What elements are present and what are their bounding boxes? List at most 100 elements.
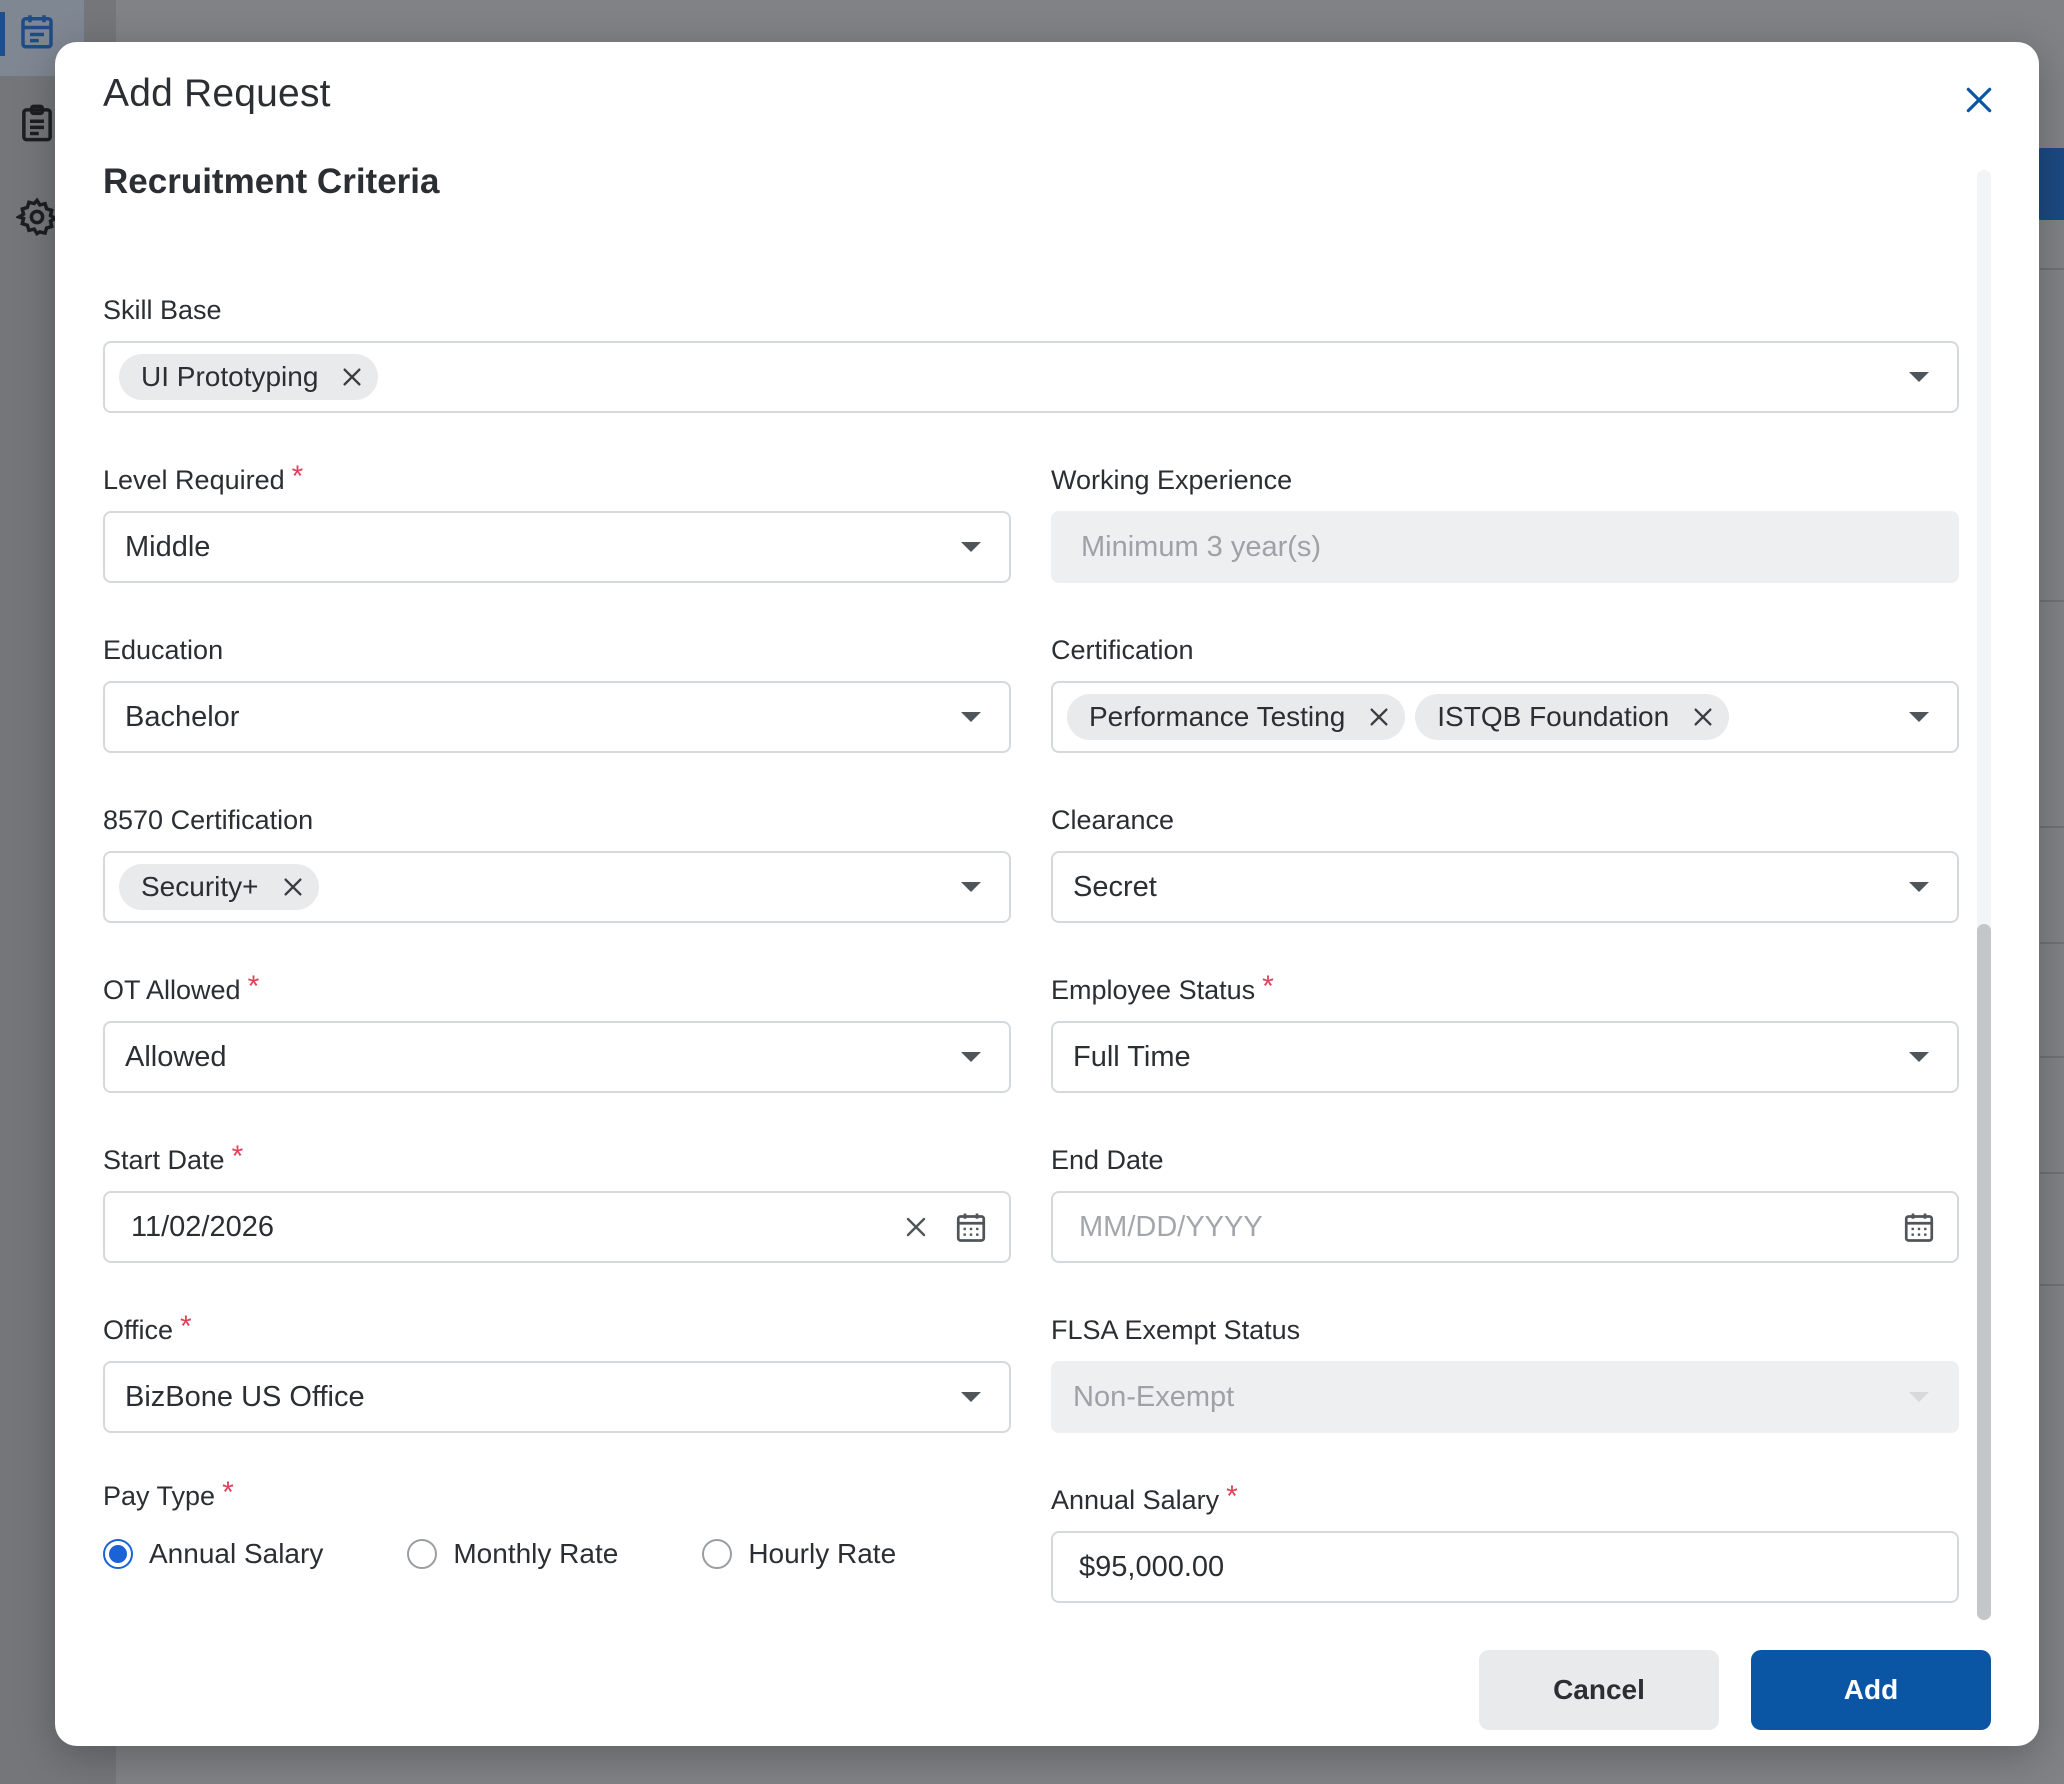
required-asterisk: * bbox=[291, 460, 304, 493]
cert-8570-label: 8570 Certification bbox=[103, 805, 314, 835]
scrollbar-thumb[interactable] bbox=[1977, 924, 1991, 1620]
cert-8570-select[interactable]: Security+ bbox=[103, 851, 1011, 923]
office-field: Office * BizBone US Office bbox=[103, 1312, 1011, 1433]
required-asterisk: * bbox=[247, 970, 260, 1003]
pay-type-field: Pay Type * Annual Salary Monthly Rate Hou… bbox=[103, 1478, 1011, 1570]
skill-base-field: Skill Base UI Prototyping bbox=[103, 292, 1959, 413]
flsa-label: FLSA Exempt Status bbox=[1051, 1315, 1301, 1345]
employee-status-field: Employee Status * Full Time bbox=[1051, 972, 1959, 1093]
chevron-down-icon[interactable] bbox=[1909, 372, 1929, 382]
level-required-field: Level Required * Middle bbox=[103, 462, 1011, 583]
start-date-field: Start Date * 11/02/2026 bbox=[103, 1142, 1011, 1263]
clearance-field: Clearance Secret bbox=[1051, 802, 1959, 923]
start-date-input[interactable]: 11/02/2026 bbox=[103, 1191, 1011, 1263]
ot-allowed-field: OT Allowed * Allowed bbox=[103, 972, 1011, 1093]
clearance-value: Secret bbox=[1073, 870, 1157, 903]
chevron-down-icon[interactable] bbox=[961, 882, 981, 892]
chevron-down-icon bbox=[1909, 1392, 1929, 1402]
chevron-down-icon[interactable] bbox=[1909, 712, 1929, 722]
pay-type-monthly-radio[interactable]: Monthly Rate bbox=[407, 1538, 618, 1570]
sidebar-active-indicator bbox=[0, 12, 5, 56]
pay-type-hourly-radio[interactable]: Hourly Rate bbox=[702, 1538, 896, 1570]
chevron-down-icon[interactable] bbox=[961, 1052, 981, 1062]
required-asterisk: * bbox=[231, 1140, 244, 1173]
add-button[interactable]: Add bbox=[1751, 1650, 1991, 1730]
level-required-value: Middle bbox=[125, 530, 211, 563]
flsa-field: FLSA Exempt Status Non-Exempt bbox=[1051, 1312, 1959, 1433]
start-date-value: 11/02/2026 bbox=[131, 1210, 274, 1243]
chevron-down-icon[interactable] bbox=[1909, 1052, 1929, 1062]
flsa-select: Non-Exempt bbox=[1051, 1361, 1959, 1433]
close-icon bbox=[1966, 87, 1992, 113]
ot-allowed-select[interactable]: Allowed bbox=[103, 1021, 1011, 1093]
certification-chip: ISTQB Foundation bbox=[1415, 694, 1730, 740]
level-required-label: Level Required * bbox=[103, 460, 304, 496]
skill-base-label: Skill Base bbox=[103, 295, 222, 325]
education-value: Bachelor bbox=[125, 700, 240, 733]
chevron-down-icon[interactable] bbox=[961, 542, 981, 552]
background-divider bbox=[2040, 1056, 2064, 1058]
background-divider bbox=[2040, 1284, 2064, 1286]
certification-chip: Performance Testing bbox=[1067, 694, 1406, 740]
add-request-dialog: Add Request Recruitment Criteria Skill B… bbox=[55, 42, 2039, 1746]
annual-salary-input[interactable]: $95,000.00 bbox=[1051, 1531, 1959, 1603]
required-asterisk: * bbox=[1262, 970, 1274, 1003]
office-value: BizBone US Office bbox=[125, 1380, 365, 1413]
pay-type-label: Pay Type * bbox=[103, 1476, 234, 1512]
end-date-field: End Date MM/DD/YYYY bbox=[1051, 1142, 1959, 1263]
annual-salary-label: Annual Salary * bbox=[1051, 1480, 1238, 1516]
chip-remove-icon[interactable] bbox=[340, 365, 364, 389]
cancel-button[interactable]: Cancel bbox=[1479, 1650, 1719, 1730]
calendar-picker-icon[interactable] bbox=[953, 1209, 989, 1245]
chevron-down-icon[interactable] bbox=[961, 1392, 981, 1402]
gear-icon[interactable] bbox=[16, 196, 58, 238]
education-select[interactable]: Bachelor bbox=[103, 681, 1011, 753]
annual-salary-field: Annual Salary * $95,000.00 bbox=[1051, 1482, 1959, 1603]
working-experience-field: Working Experience Minimum 3 year(s) bbox=[1051, 462, 1959, 583]
level-required-select[interactable]: Middle bbox=[103, 511, 1011, 583]
education-field: Education Bachelor bbox=[103, 632, 1011, 753]
skill-base-select[interactable]: UI Prototyping bbox=[103, 341, 1959, 413]
calendar-icon[interactable] bbox=[16, 10, 58, 52]
chip-remove-icon[interactable] bbox=[1367, 705, 1391, 729]
background-divider bbox=[2040, 600, 2064, 602]
clearance-select[interactable]: Secret bbox=[1051, 851, 1959, 923]
dialog-title: Add Request bbox=[103, 72, 331, 115]
flsa-value: Non-Exempt bbox=[1073, 1380, 1235, 1413]
pay-type-radio-group: Annual Salary Monthly Rate Hourly Rate bbox=[103, 1538, 1011, 1570]
required-asterisk: * bbox=[180, 1310, 192, 1343]
office-select[interactable]: BizBone US Office bbox=[103, 1361, 1011, 1433]
annual-salary-value: $95,000.00 bbox=[1079, 1550, 1225, 1583]
chevron-down-icon[interactable] bbox=[1909, 882, 1929, 892]
education-label: Education bbox=[103, 635, 224, 665]
chip-remove-icon[interactable] bbox=[1691, 705, 1715, 729]
start-date-label: Start Date * bbox=[103, 1140, 244, 1176]
certification-field: Certification Performance Testing ISTQB … bbox=[1051, 632, 1959, 753]
background-divider bbox=[2040, 942, 2064, 944]
clearance-label: Clearance bbox=[1051, 805, 1175, 835]
calendar-picker-icon[interactable] bbox=[1901, 1209, 1937, 1245]
background-divider bbox=[2040, 1172, 2064, 1174]
end-date-label: End Date bbox=[1051, 1145, 1164, 1175]
pay-type-annual-radio[interactable]: Annual Salary bbox=[103, 1538, 323, 1570]
close-button[interactable] bbox=[1955, 76, 2003, 124]
employee-status-label: Employee Status * bbox=[1051, 970, 1274, 1006]
clear-date-icon[interactable] bbox=[901, 1212, 931, 1242]
chevron-down-icon[interactable] bbox=[961, 712, 981, 722]
chip-remove-icon[interactable] bbox=[281, 875, 305, 899]
radio-circle bbox=[407, 1539, 438, 1569]
end-date-placeholder: MM/DD/YYYY bbox=[1079, 1210, 1263, 1243]
clipboard-icon[interactable] bbox=[16, 102, 58, 144]
certification-select[interactable]: Performance Testing ISTQB Foundation bbox=[1051, 681, 1959, 753]
background-divider bbox=[2040, 268, 2064, 270]
working-experience-placeholder: Minimum 3 year(s) bbox=[1081, 530, 1322, 563]
employee-status-value: Full Time bbox=[1073, 1040, 1191, 1073]
employee-status-select[interactable]: Full Time bbox=[1051, 1021, 1959, 1093]
cert-8570-field: 8570 Certification Security+ bbox=[103, 802, 1011, 923]
working-experience-label: Working Experience bbox=[1051, 465, 1293, 495]
ot-allowed-value: Allowed bbox=[125, 1040, 227, 1073]
end-date-input[interactable]: MM/DD/YYYY bbox=[1051, 1191, 1959, 1263]
skill-chip: UI Prototyping bbox=[119, 354, 379, 400]
radio-circle bbox=[702, 1539, 733, 1569]
background-divider bbox=[2040, 826, 2064, 828]
